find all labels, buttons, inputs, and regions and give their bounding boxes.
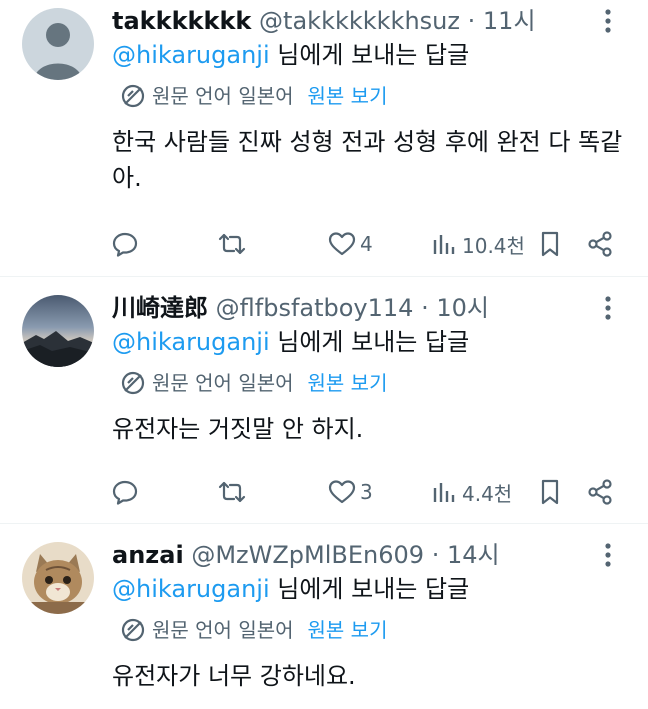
replying-to: @hikaruganji 님에게 보내는 답글	[112, 327, 628, 357]
replying-to: @hikaruganji 님에게 보내는 답글	[112, 574, 628, 604]
mention-link[interactable]: @hikaruganji	[112, 328, 270, 356]
display-name[interactable]: anzai	[112, 541, 184, 569]
views-button[interactable]: 10.4천	[430, 228, 525, 260]
action-bar: 4 10.4천	[0, 228, 648, 260]
timestamp[interactable]: 14시	[447, 541, 500, 569]
translation-bar: 원문 언어 일본어 원본 보기	[112, 616, 628, 644]
share-icon	[588, 479, 612, 505]
views-icon	[433, 235, 455, 254]
bookmark-button[interactable]	[536, 228, 564, 260]
bookmark-button[interactable]	[536, 476, 564, 508]
reply-icon	[112, 232, 138, 257]
more-icon[interactable]	[600, 542, 616, 568]
tweet-header: takkkkkkk @takkkkkkkhsuz · 11시	[112, 6, 628, 36]
default-avatar-icon	[22, 8, 94, 80]
more-icon[interactable]	[600, 8, 616, 34]
user-handle[interactable]: @takkkkkkkhsuz	[259, 7, 460, 35]
separator-dot: ·	[421, 294, 429, 322]
bookmark-icon	[541, 479, 559, 505]
view-count: 4.4천	[462, 481, 513, 506]
views-icon	[433, 483, 455, 502]
retweet-icon	[218, 481, 246, 503]
reply-button[interactable]	[111, 476, 139, 508]
separator-dot: ·	[467, 7, 476, 35]
cat-avatar-icon	[22, 542, 94, 614]
like-button[interactable]: 3	[328, 476, 373, 508]
reply-tweet[interactable]: 川崎達郎 @flfbsfatboy114 · 10시 @hikaruganji …	[0, 277, 648, 523]
more-icon[interactable]	[600, 295, 616, 321]
original-language: 원문 언어 일본어	[152, 371, 294, 395]
mention-link[interactable]: @hikaruganji	[112, 575, 270, 603]
show-original-link[interactable]: 원본 보기	[308, 369, 388, 397]
separator-dot: ·	[431, 541, 440, 569]
bookmark-icon	[541, 231, 559, 257]
user-handle[interactable]: @flfbsfatboy114	[216, 294, 414, 322]
avatar[interactable]	[22, 8, 94, 80]
timestamp[interactable]: 11시	[483, 7, 536, 35]
tweet-text: 한국 사람들 진짜 성형 전과 성형 후에 완전 다 똑같아.	[112, 128, 623, 192]
reply-button[interactable]	[111, 228, 139, 260]
tweet-header: 川崎達郎 @flfbsfatboy114 · 10시	[112, 293, 628, 323]
tweet-text: 유전자는 거짓말 안 하지.	[112, 415, 364, 443]
replying-to-suffix: 님에게 보내는 답글	[269, 41, 470, 69]
reply-feed: takkkkkkk @takkkkkkkhsuz · 11시 @hikaruga…	[0, 0, 648, 709]
like-button[interactable]: 4	[328, 228, 373, 260]
tweet-header: anzai @MzWZpMlBEn609 · 14시	[112, 540, 628, 570]
display-name[interactable]: takkkkkkk	[112, 7, 251, 35]
translate-icon	[121, 84, 145, 108]
reply-icon	[112, 480, 138, 505]
like-count: 3	[360, 480, 373, 504]
original-language: 원문 언어 일본어	[152, 84, 294, 108]
like-count: 4	[360, 232, 373, 256]
display-name[interactable]: 川崎達郎	[112, 294, 208, 322]
replying-to-suffix: 님에게 보내는 답글	[269, 328, 470, 356]
replying-to-suffix: 님에게 보내는 답글	[269, 575, 470, 603]
views-button[interactable]: 4.4천	[430, 476, 512, 508]
replying-to: @hikaruganji 님에게 보내는 답글	[112, 40, 628, 70]
translation-bar: 원문 언어 일본어 원본 보기	[112, 82, 628, 110]
retweet-button[interactable]	[218, 228, 246, 260]
show-original-link[interactable]: 원본 보기	[308, 82, 388, 110]
share-button[interactable]	[586, 228, 614, 260]
retweet-icon	[218, 233, 246, 255]
heart-icon	[328, 480, 356, 504]
share-icon	[588, 231, 612, 257]
action-bar: 3 4.4천	[0, 476, 648, 508]
translation-bar: 원문 언어 일본어 원본 보기	[112, 369, 628, 397]
tweet-text: 유전자가 너무 강하네요.	[112, 662, 356, 690]
translate-icon	[121, 618, 145, 642]
avatar[interactable]	[22, 295, 94, 367]
heart-icon	[328, 232, 356, 256]
share-button[interactable]	[586, 476, 614, 508]
translate-icon	[121, 371, 145, 395]
avatar[interactable]	[22, 542, 94, 614]
reply-tweet[interactable]: takkkkkkk @takkkkkkkhsuz · 11시 @hikaruga…	[0, 0, 648, 276]
show-original-link[interactable]: 원본 보기	[308, 616, 388, 644]
original-language: 원문 언어 일본어	[152, 618, 294, 642]
timestamp[interactable]: 10시	[436, 294, 489, 322]
landscape-avatar-icon	[22, 295, 94, 367]
view-count: 10.4천	[462, 233, 525, 258]
user-handle[interactable]: @MzWZpMlBEn609	[191, 541, 424, 569]
mention-link[interactable]: @hikaruganji	[112, 41, 270, 69]
reply-tweet[interactable]: anzai @MzWZpMlBEn609 · 14시 @hikaruganji …	[0, 524, 648, 709]
retweet-button[interactable]	[218, 476, 246, 508]
